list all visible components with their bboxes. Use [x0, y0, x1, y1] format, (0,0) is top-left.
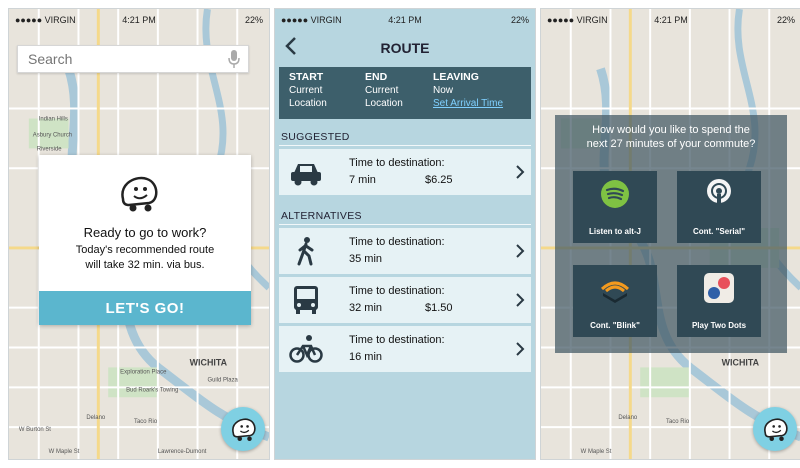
route-option-bus[interactable]: Time to destination: 32 min $1.50: [279, 277, 531, 323]
waze-menu-button[interactable]: [753, 407, 797, 451]
chevron-right-icon: [516, 293, 525, 307]
car-icon: [291, 164, 321, 186]
phone-screen-route: ●●●●● VIRGIN 4:21 PM 22% ROUTE START Cur…: [274, 8, 536, 460]
suggested-heading: SUGGESTED: [281, 131, 350, 143]
leaving-value: Now: [433, 85, 454, 96]
leaving-column: LEAVING Now Set Arrival Time: [433, 71, 503, 110]
card-title: Ready to go to work?: [83, 225, 207, 240]
search-input[interactable]: [26, 50, 228, 68]
map-label: Riverside: [37, 146, 62, 152]
search-bar[interactable]: [17, 45, 249, 73]
map-label: Asbury Church: [33, 132, 72, 138]
route-time: 7 min: [349, 174, 376, 186]
waze-logo-icon: [764, 418, 788, 442]
route-label: Time to destination:: [349, 236, 445, 248]
map-label: Delano: [86, 415, 106, 421]
route-label: Time to destination:: [349, 334, 445, 346]
chevron-right-icon: [516, 342, 525, 356]
activity-chooser: How would you like to spend the next 27 …: [555, 115, 787, 353]
map-label: W Maple St: [581, 449, 612, 455]
microphone-icon[interactable]: [228, 50, 240, 68]
map-label: Taco Rio: [666, 419, 690, 425]
bike-icon: [289, 335, 323, 363]
start-value: Location: [289, 98, 327, 109]
spotify-icon: [601, 180, 629, 208]
route-time: 35 min: [349, 253, 383, 265]
status-bar: ●●●●● VIRGIN 4:21 PM 22%: [541, 9, 800, 31]
alternatives-heading: ALTERNATIVES: [281, 210, 362, 222]
carrier-label: ●●●●● VIRGIN: [547, 15, 608, 25]
two-dots-icon: [704, 273, 734, 303]
route-label: Time to destination:: [349, 285, 445, 297]
bus-icon: [294, 286, 318, 314]
battery-label: 22%: [776, 15, 795, 25]
end-label: END: [365, 71, 388, 83]
option-label: Cont. "Serial": [692, 227, 746, 236]
option-label: Cont. "Blink": [590, 321, 640, 330]
route-cost: $1.50: [425, 302, 453, 314]
activity-question: How would you like to spend the next 27 …: [563, 123, 779, 151]
podcast-icon: [707, 179, 731, 206]
end-value: Current: [365, 85, 399, 96]
start-value: Current: [289, 85, 323, 96]
carrier-label: ●●●●● VIRGIN: [281, 15, 342, 25]
battery-label: 22%: [244, 15, 263, 25]
audible-icon: [600, 281, 630, 303]
map-label: Indian Hills: [39, 116, 68, 122]
map-label-city: WICHITA: [722, 357, 760, 367]
option-label: Play Two Dots: [691, 321, 747, 330]
route-option-walk[interactable]: Time to destination: 35 min: [279, 228, 531, 274]
chevron-right-icon: [516, 244, 525, 258]
start-column[interactable]: START Current Location: [289, 71, 327, 110]
lets-go-button[interactable]: LET'S GO!: [39, 291, 251, 325]
end-value: Location: [365, 98, 403, 109]
option-two-dots[interactable]: Play Two Dots: [677, 265, 761, 337]
start-label: START: [289, 71, 324, 83]
question-line: How would you like to spend the: [592, 124, 750, 136]
card-line: Today's recommended route: [75, 244, 215, 256]
route-label: Time to destination:: [349, 157, 445, 169]
route-option-car[interactable]: Time to destination: 7 min $6.25: [279, 149, 531, 195]
map-label-city: WICHITA: [190, 357, 228, 367]
battery-label: 22%: [510, 15, 529, 25]
option-spotify[interactable]: Listen to alt-J: [573, 171, 657, 243]
card-line: will take 32 min. via bus.: [85, 259, 205, 271]
map-label: W Maple St: [49, 449, 80, 455]
route-time: 16 min: [349, 351, 383, 363]
route-header: START Current Location END Current Locat…: [279, 67, 531, 119]
card-description: Today's recommended route will take 32 m…: [45, 243, 245, 273]
phone-screen-home: WICHITA Exploration Place Bud Roark's To…: [8, 8, 270, 460]
route-suggestion-card: Ready to go to work? Today's recommended…: [39, 155, 251, 325]
leaving-label: LEAVING: [433, 71, 479, 83]
option-audible[interactable]: Cont. "Blink": [573, 265, 657, 337]
map-label: Taco Rio: [134, 419, 158, 425]
route-option-bike[interactable]: Time to destination: 16 min: [279, 326, 531, 372]
map-label: Exploration Place: [120, 369, 167, 375]
page-title: ROUTE: [380, 40, 430, 56]
walk-icon: [297, 237, 314, 266]
option-label: Listen to alt-J: [588, 227, 641, 236]
waze-logo-icon: [232, 418, 256, 442]
option-podcast[interactable]: Cont. "Serial": [677, 171, 761, 243]
map-label: W Burton St: [19, 427, 51, 433]
divider: [279, 224, 531, 225]
map-label: Bud Roark's Towing: [126, 387, 178, 393]
waze-logo-icon: [121, 176, 158, 212]
status-bar: ●●●●● VIRGIN 4:21 PM 22%: [9, 9, 269, 31]
map-label: Delano: [618, 415, 638, 421]
chevron-right-icon: [516, 165, 525, 179]
route-cost: $6.25: [425, 174, 453, 186]
carrier-label: ●●●●● VIRGIN: [15, 15, 76, 25]
map-label: Guild Plaza: [207, 377, 238, 383]
route-time: 32 min: [349, 302, 383, 314]
status-bar: ●●●●● VIRGIN 4:21 PM 22%: [275, 9, 535, 31]
end-column[interactable]: END Current Location: [365, 71, 403, 110]
set-arrival-time-link[interactable]: Set Arrival Time: [433, 97, 503, 110]
waze-menu-button[interactable]: [221, 407, 265, 451]
phone-screen-commute-activities: WICHITA Taco Rio W Maple St Delano ●●●●●…: [540, 8, 800, 460]
divider: [279, 145, 531, 146]
question-line: next 27 minutes of your commute?: [586, 138, 756, 150]
map-label: Lawrence-Dumont: [158, 449, 207, 455]
